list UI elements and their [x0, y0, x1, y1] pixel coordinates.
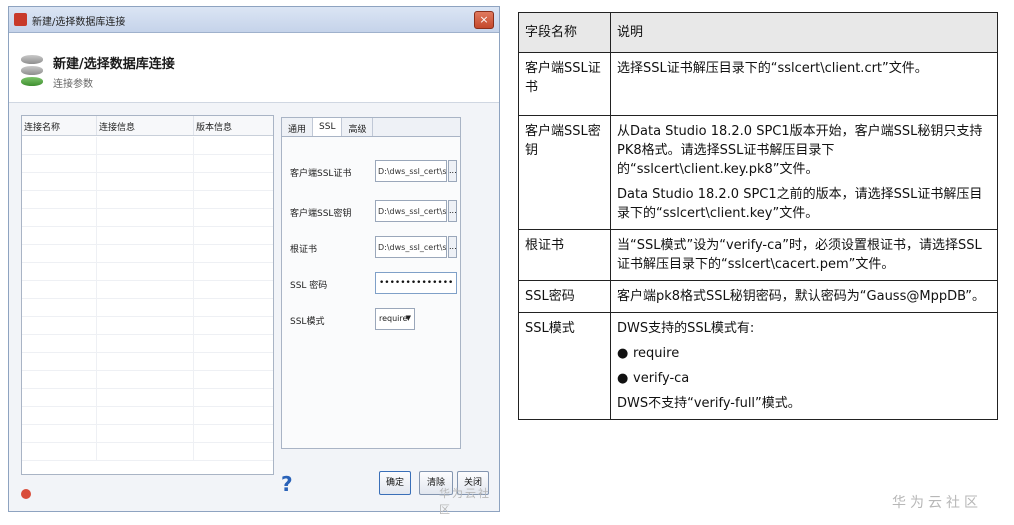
title-bar: 新建/选择数据库连接 ×	[9, 7, 499, 33]
dialog-header: 新建/选择数据库连接 连接参数	[9, 33, 499, 103]
header-description: 说明	[610, 12, 998, 53]
watermark: 华为云社区	[439, 487, 491, 516]
table-row: 根证书 当“SSL模式”设为“verify-ca”时，必须设置根证书，请选择SS…	[518, 229, 998, 281]
row-name: 客户端SSL密钥	[518, 115, 611, 230]
window-title: 新建/选择数据库连接	[32, 17, 126, 28]
error-icon	[21, 489, 31, 499]
list-item	[22, 281, 273, 299]
list-item	[22, 353, 273, 371]
client-key-label: 客户端SSL密钥	[290, 209, 352, 219]
client-cert-label: 客户端SSL证书	[290, 169, 352, 179]
ssl-password-label: SSL 密码	[290, 281, 328, 291]
ssl-mode-value: require	[379, 314, 408, 323]
bullet-icon: ●	[617, 371, 629, 386]
client-key-input[interactable]: D:\dws_ssl_cert\sslcert\cl	[375, 200, 447, 222]
field-description-table: 字段名称 说明 客户端SSL证书 选择SSL证书解压目录下的“sslcert\c…	[518, 12, 998, 420]
table-row: SSL模式 DWS支持的SSL模式有: ● require ● verify-ca …	[518, 312, 998, 420]
list-item	[22, 389, 273, 407]
bullet-icon: ●	[617, 346, 629, 361]
list-item	[22, 155, 273, 173]
app-icon	[14, 13, 27, 26]
table-row: SSL密码 客户端pk8格式SSL秘钥密码，默认密码为“Gauss@MppDB”…	[518, 280, 998, 313]
bullet-text: require	[633, 346, 680, 361]
header-title: 新建/选择数据库连接	[53, 57, 175, 72]
table-header-row: 字段名称 说明	[518, 12, 998, 53]
list-item	[22, 209, 273, 227]
row-desc-text: 选择SSL证书解压目录下的“sslcert\client.crt”文件。	[617, 61, 928, 76]
list-item	[22, 263, 273, 281]
list-item	[22, 371, 273, 389]
root-cert-browse-button[interactable]: ...	[448, 236, 457, 258]
table-row: 客户端SSL证书 选择SSL证书解压目录下的“sslcert\client.cr…	[518, 52, 998, 116]
tab-ssl[interactable]: SSL	[313, 118, 343, 136]
connection-dialog: 新建/选择数据库连接 × 新建/选择数据库连接 连接参数 连接名称 连接信息 版…	[8, 6, 500, 516]
connection-list-header: 连接名称 连接信息 版本信息	[22, 116, 273, 136]
connection-list[interactable]: 连接名称 连接信息 版本信息	[21, 115, 274, 475]
row-name: SSL密码	[518, 280, 611, 313]
row-name: 根证书	[518, 229, 611, 281]
column-connection-info[interactable]: 连接信息	[97, 116, 194, 135]
row-desc-text: 客户端pk8格式SSL秘钥密码，默认密码为“Gauss@MppDB”。	[617, 289, 986, 304]
list-item	[22, 335, 273, 353]
row-desc-text: 当“SSL模式”设为“verify-ca”时，必须设置根证书，请选择SSL证书解…	[617, 238, 982, 272]
client-cert-browse-button[interactable]: ...	[448, 160, 457, 182]
bullet-item: ● require	[617, 344, 991, 363]
ssl-password-input[interactable]: ••••••••••••••	[375, 272, 457, 294]
row-desc-text: DWS支持的SSL模式有:	[617, 321, 755, 336]
ssl-mode-label: SSL模式	[290, 317, 325, 327]
list-item	[22, 407, 273, 425]
bullet-item: ● verify-ca	[617, 369, 991, 388]
header-field-name: 字段名称	[518, 12, 611, 53]
bullet-text: verify-ca	[633, 371, 690, 386]
ssl-mode-select[interactable]: require ▼	[375, 308, 415, 330]
row-desc: 选择SSL证书解压目录下的“sslcert\client.crt”文件。	[610, 52, 998, 116]
row-desc: 从Data Studio 18.2.0 SPC1版本开始，客户端SSL秘钥只支持…	[610, 115, 998, 230]
list-item	[22, 245, 273, 263]
tab-bar: 通用 SSL 高级	[282, 118, 460, 137]
connection-rows	[22, 137, 273, 474]
list-item	[22, 137, 273, 155]
client-key-browse-button[interactable]: ...	[448, 200, 457, 222]
table-row: 客户端SSL密钥 从Data Studio 18.2.0 SPC1版本开始，客户…	[518, 115, 998, 230]
list-item	[22, 443, 273, 461]
column-connection-name[interactable]: 连接名称	[22, 116, 97, 135]
list-item	[22, 425, 273, 443]
row-name: SSL模式	[518, 312, 611, 420]
row-desc: DWS支持的SSL模式有: ● require ● verify-ca DWS不支持…	[610, 312, 998, 420]
header-subtitle: 连接参数	[53, 79, 93, 90]
ok-button[interactable]: 确定	[379, 471, 411, 495]
list-item	[22, 173, 273, 191]
list-item	[22, 227, 273, 245]
row-desc: 客户端pk8格式SSL秘钥密码，默认密码为“Gauss@MppDB”。	[610, 280, 998, 313]
chevron-down-icon: ▼	[405, 314, 411, 322]
row-desc-text: 从Data Studio 18.2.0 SPC1版本开始，客户端SSL秘钥只支持…	[617, 124, 983, 177]
close-window-button[interactable]: ×	[474, 11, 494, 29]
root-cert-input[interactable]: D:\dws_ssl_cert\sslcert\ca	[375, 236, 447, 258]
row-name: 客户端SSL证书	[518, 52, 611, 116]
list-item	[22, 317, 273, 335]
database-icon	[21, 55, 43, 89]
tab-general[interactable]: 通用	[282, 118, 314, 136]
tab-advanced[interactable]: 高级	[342, 118, 374, 136]
client-cert-input[interactable]: D:\dws_ssl_cert\sslcert\cl	[375, 160, 447, 182]
list-item	[22, 299, 273, 317]
settings-panel: 通用 SSL 高级 客户端SSL证书 D:\dws_ssl_cert\sslce…	[281, 117, 461, 449]
row-note: DWS不支持“verify-full”模式。	[617, 396, 801, 411]
table-watermark: 华为云社区	[892, 495, 982, 511]
root-cert-label: 根证书	[290, 245, 318, 255]
row-desc-text: Data Studio 18.2.0 SPC1之前的版本，请选择SSL证书解压目…	[617, 187, 983, 221]
row-desc: 当“SSL模式”设为“verify-ca”时，必须设置根证书，请选择SSL证书解…	[610, 229, 998, 281]
help-icon[interactable]: ?	[281, 472, 293, 496]
list-item	[22, 191, 273, 209]
column-version-info[interactable]: 版本信息	[194, 116, 273, 135]
